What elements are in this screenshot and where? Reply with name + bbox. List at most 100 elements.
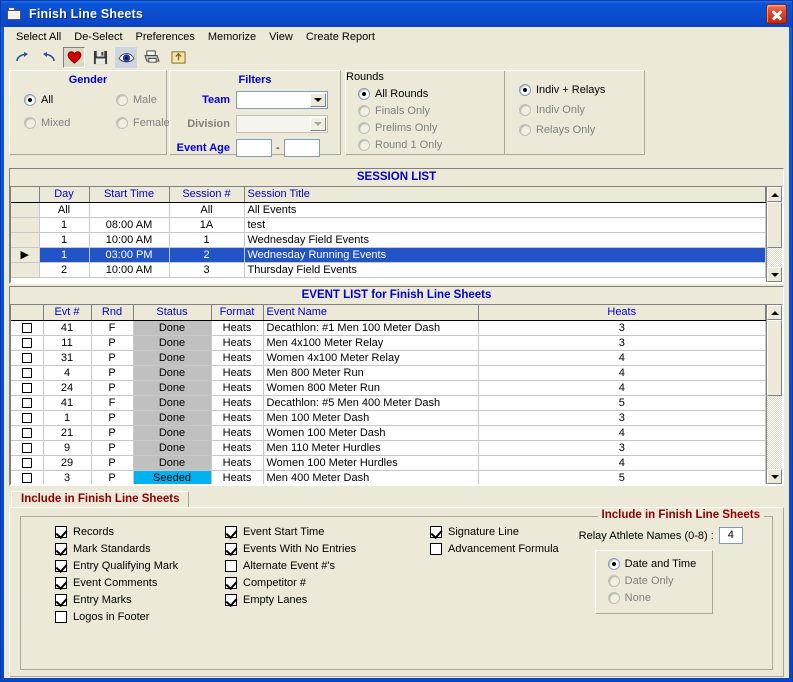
event-col-evt-num[interactable]: Evt # bbox=[43, 305, 92, 321]
scroll-thumb[interactable] bbox=[767, 202, 782, 248]
radio-round-1-only[interactable]: Round 1 Only bbox=[358, 139, 504, 151]
checkbox-logos-in-footer[interactable]: Logos in Footer bbox=[55, 611, 225, 623]
checkbox-event-comments[interactable]: Event Comments bbox=[55, 577, 225, 589]
checkbox-icon[interactable] bbox=[21, 457, 32, 468]
event-col-format[interactable]: Format bbox=[211, 305, 264, 321]
checkbox-icon[interactable] bbox=[21, 352, 32, 363]
table-row[interactable]: 1 08:00 AM 1A test bbox=[11, 217, 766, 233]
menu-item-create-report[interactable]: Create Report bbox=[300, 30, 382, 44]
event-col-event-name[interactable]: Event Name bbox=[263, 305, 479, 321]
checkbox-advancement-formula[interactable]: Advancement Formula bbox=[430, 543, 559, 555]
export-folder-icon[interactable] bbox=[167, 47, 189, 68]
radio-prelims-only[interactable]: Prelims Only bbox=[358, 122, 504, 134]
checkbox-records[interactable]: Records bbox=[55, 526, 225, 538]
event-age-from-input[interactable] bbox=[236, 139, 272, 157]
radio-date-only[interactable]: Date Only bbox=[607, 575, 712, 587]
tab-include-in-finish-line-sheets[interactable]: Include in Finish Line Sheets bbox=[11, 491, 190, 507]
session-col-day[interactable]: Day bbox=[39, 187, 90, 203]
checkbox-competitor[interactable]: Competitor # bbox=[225, 577, 430, 589]
checkbox-empty-lanes[interactable]: Empty Lanes bbox=[225, 594, 430, 606]
menu-item-de-select[interactable]: De-Select bbox=[68, 30, 129, 44]
row-checkbox-cell[interactable] bbox=[11, 365, 44, 381]
row-checkbox-cell[interactable] bbox=[11, 425, 44, 441]
save-icon[interactable] bbox=[89, 47, 111, 68]
preview-eye-icon[interactable] bbox=[115, 46, 137, 68]
checkbox-icon[interactable] bbox=[21, 322, 32, 333]
session-col-session-title[interactable]: Session Title bbox=[244, 187, 766, 203]
checkbox-mark-standards[interactable]: Mark Standards bbox=[55, 543, 225, 555]
scroll-track[interactable] bbox=[767, 396, 782, 469]
chevron-down-icon[interactable] bbox=[310, 93, 326, 107]
radio-gender-male[interactable]: Male bbox=[116, 94, 170, 106]
printer-icon[interactable] bbox=[141, 47, 163, 68]
checkbox-events-with-no-entries[interactable]: Events With No Entries bbox=[225, 543, 430, 555]
scroll-up-icon[interactable] bbox=[767, 187, 782, 202]
radio-gender-all[interactable]: All bbox=[24, 94, 116, 106]
radio-indiv-plus-relays[interactable]: Indiv + Relays bbox=[519, 84, 644, 96]
table-row[interactable]: ▶ 1 03:00 PM 2 Wednesday Running Events bbox=[11, 247, 766, 263]
redo-icon[interactable] bbox=[11, 47, 33, 68]
event-col-rnd[interactable]: Rnd bbox=[91, 305, 134, 321]
event-col-status[interactable]: Status bbox=[133, 305, 212, 321]
checkbox-icon[interactable] bbox=[21, 412, 32, 423]
relay-athlete-names-input[interactable]: 4 bbox=[718, 527, 743, 544]
checkbox-icon[interactable] bbox=[21, 442, 32, 453]
session-col-start-time[interactable]: Start Time bbox=[89, 187, 170, 203]
scroll-thumb[interactable] bbox=[767, 320, 782, 396]
scroll-down-icon[interactable] bbox=[767, 469, 782, 484]
checkbox-icon[interactable] bbox=[21, 427, 32, 438]
table-row[interactable]: 4 P Done Heats Men 800 Meter Run 4 bbox=[11, 365, 766, 381]
event-col-heats[interactable]: Heats bbox=[478, 305, 766, 321]
radio-gender-mixed[interactable]: Mixed bbox=[24, 117, 116, 129]
radio-all-rounds[interactable]: All Rounds bbox=[358, 88, 504, 100]
event-scrollbar[interactable] bbox=[766, 305, 782, 484]
table-row[interactable]: All All All Events bbox=[11, 202, 766, 218]
menu-item-preferences[interactable]: Preferences bbox=[130, 30, 202, 44]
heart-icon[interactable] bbox=[63, 46, 85, 68]
checkbox-icon[interactable] bbox=[21, 367, 32, 378]
table-row[interactable]: 2 10:00 AM 3 Thursday Field Events bbox=[11, 262, 766, 278]
undo-icon[interactable] bbox=[37, 47, 59, 68]
table-row[interactable]: 1 P Done Heats Men 100 Meter Dash 3 bbox=[11, 410, 766, 426]
table-row[interactable]: 21 P Done Heats Women 100 Meter Dash 4 bbox=[11, 425, 766, 441]
scroll-down-icon[interactable] bbox=[767, 267, 782, 282]
table-row[interactable]: 11 P Done Heats Men 4x100 Meter Relay 3 bbox=[11, 335, 766, 351]
session-col-session-num[interactable]: Session # bbox=[169, 187, 245, 203]
table-row[interactable]: 31 P Done Heats Women 4x100 Meter Relay 4 bbox=[11, 350, 766, 366]
row-checkbox-cell[interactable] bbox=[11, 320, 44, 336]
table-row[interactable]: 29 P Done Heats Women 100 Meter Hurdles 4 bbox=[11, 455, 766, 471]
close-icon[interactable] bbox=[766, 4, 787, 24]
table-row[interactable]: 9 P Done Heats Men 110 Meter Hurdles 3 bbox=[11, 440, 766, 456]
row-checkbox-cell[interactable] bbox=[11, 470, 44, 484]
menu-item-memorize[interactable]: Memorize bbox=[202, 30, 263, 44]
checkbox-entry-qualifying-mark[interactable]: Entry Qualifying Mark bbox=[55, 560, 225, 572]
checkbox-icon[interactable] bbox=[21, 397, 32, 408]
team-combo[interactable] bbox=[236, 91, 328, 109]
table-row[interactable]: 24 P Done Heats Women 800 Meter Run 4 bbox=[11, 380, 766, 396]
checkbox-alternate-event-s[interactable]: Alternate Event #'s bbox=[225, 560, 430, 572]
menu-item-select-all[interactable]: Select All bbox=[10, 30, 68, 44]
radio-date-and-time[interactable]: Date and Time bbox=[607, 558, 712, 570]
menu-item-view[interactable]: View bbox=[263, 30, 300, 44]
table-row[interactable]: 41 F Done Heats Decathlon: #1 Men 100 Meter … bbox=[11, 320, 766, 336]
radio-finals-only[interactable]: Finals Only bbox=[358, 105, 504, 117]
row-checkbox-cell[interactable] bbox=[11, 395, 44, 411]
checkbox-entry-marks[interactable]: Entry Marks bbox=[55, 594, 225, 606]
row-checkbox-cell[interactable] bbox=[11, 350, 44, 366]
radio-gender-female[interactable]: Female bbox=[116, 117, 170, 129]
radio-relays-only[interactable]: Relays Only bbox=[519, 124, 644, 136]
row-checkbox-cell[interactable] bbox=[11, 440, 44, 456]
checkbox-icon[interactable] bbox=[21, 382, 32, 393]
checkbox-signature-line[interactable]: Signature Line bbox=[430, 526, 559, 538]
checkbox-icon[interactable] bbox=[21, 472, 32, 483]
row-checkbox-cell[interactable] bbox=[11, 380, 44, 396]
row-checkbox-cell[interactable] bbox=[11, 455, 44, 471]
scroll-up-icon[interactable] bbox=[767, 305, 782, 320]
row-checkbox-cell[interactable] bbox=[11, 410, 44, 426]
radio-none[interactable]: None bbox=[607, 592, 712, 604]
table-row[interactable]: 3 P Seeded Heats Men 400 Meter Dash 5 bbox=[11, 470, 766, 484]
checkbox-icon[interactable] bbox=[21, 337, 32, 348]
event-age-to-input[interactable] bbox=[283, 139, 320, 157]
row-checkbox-cell[interactable] bbox=[11, 335, 44, 351]
table-row[interactable]: 1 10:00 AM 1 Wednesday Field Events bbox=[11, 232, 766, 248]
